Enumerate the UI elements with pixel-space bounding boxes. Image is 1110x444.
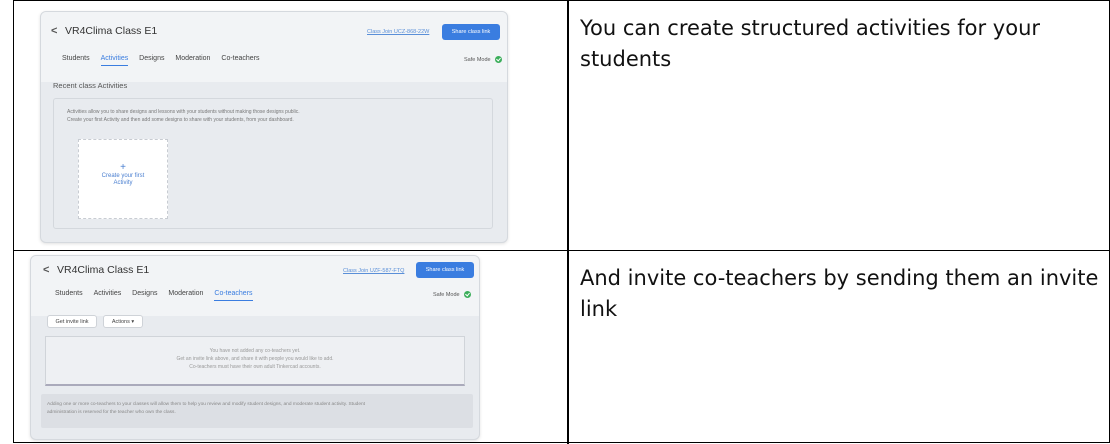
empty-state-text: You have not added any co-teachers yet. … [45, 347, 465, 371]
screenshot-co-teachers: < VR4Clima Class E1 Class Join UZF-587-F… [30, 255, 480, 440]
create-activity-card[interactable]: + Create your first Activity [78, 139, 168, 219]
screenshot-activities: < VR4Clima Class E1 Class Join UCZ-868-2… [40, 11, 508, 243]
caption-co-teachers: And invite co-teachers by sending them a… [580, 266, 1099, 321]
note-line: administration is reserved for the teach… [47, 410, 176, 415]
column-divider [567, 251, 569, 444]
info-line: Activities allow you to share designs an… [67, 109, 300, 115]
share-class-link-button[interactable]: Share class link [416, 262, 474, 278]
section-title: Recent class Activities [53, 81, 128, 90]
tab-activities[interactable]: Activities [100, 55, 129, 66]
note-text: Adding one or more co-teachers to your c… [47, 401, 471, 417]
plus-icon: + [120, 162, 126, 173]
get-invite-link-button[interactable]: Get invite link [47, 315, 97, 328]
create-activity-label: Activity [113, 180, 133, 186]
safe-mode-check-icon [495, 56, 503, 63]
activities-info: Activities allow you to share designs an… [67, 108, 487, 124]
tab-designs[interactable]: Designs [132, 290, 157, 300]
safe-mode-indicator: Safe Mode [433, 291, 472, 298]
class-code-link[interactable]: Class Join UZF-587-FTQ [343, 268, 404, 274]
class-header [41, 12, 507, 82]
safe-mode-indicator: Safe Mode [464, 56, 503, 63]
tab-students[interactable]: Students [62, 55, 90, 65]
info-line: Create your first Activity and then add … [67, 117, 294, 123]
empty-line: You have not added any co-teachers yet. [209, 348, 301, 354]
tab-co-teachers[interactable]: Co-teachers [221, 55, 259, 65]
note-line: Adding one or more co-teachers to your c… [47, 402, 366, 407]
tab-co-teachers[interactable]: Co-teachers [214, 290, 253, 301]
column-divider [567, 1, 569, 250]
tab-designs[interactable]: Designs [139, 55, 164, 65]
tab-activities[interactable]: Activities [94, 290, 122, 300]
table-row-activities: < VR4Clima Class E1 Class Join UCZ-868-2… [14, 1, 1109, 251]
tab-moderation[interactable]: Moderation [175, 55, 210, 65]
tab-moderation[interactable]: Moderation [168, 290, 203, 300]
tab-students[interactable]: Students [55, 290, 83, 300]
safe-mode-label: Safe Mode [433, 291, 460, 298]
back-chevron-icon[interactable]: < [51, 25, 57, 37]
back-chevron-icon[interactable]: < [43, 264, 49, 276]
safe-mode-check-icon [464, 291, 472, 298]
empty-line: Co-teachers must have their own adult Ti… [189, 364, 321, 370]
class-code-link[interactable]: Class Join UCZ-868-22W [367, 29, 429, 35]
class-title: VR4Clima Class E1 [57, 264, 150, 276]
class-title: VR4Clima Class E1 [65, 25, 158, 37]
empty-line: Get an invite link above, and share it w… [176, 356, 334, 362]
create-activity-label: Create your first [101, 173, 145, 179]
class-tabs: Students Activities Designs Moderation C… [55, 290, 262, 301]
actions-dropdown-button[interactable]: Actions ▾ [103, 315, 143, 328]
caption-activities: You can create structured activities for… [580, 16, 1041, 71]
class-tabs: Students Activities Designs Moderation C… [62, 55, 269, 66]
safe-mode-label: Safe Mode [464, 56, 491, 63]
share-class-link-button[interactable]: Share class link [442, 24, 500, 40]
